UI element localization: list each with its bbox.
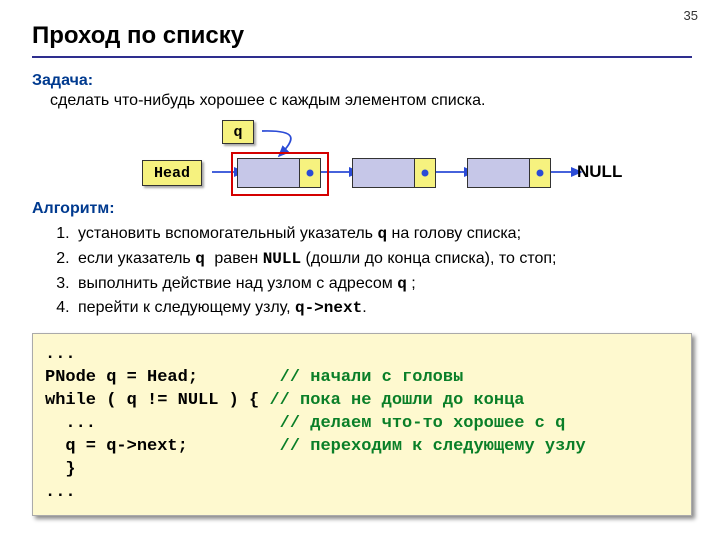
null-label: NULL <box>577 162 622 182</box>
node-1 <box>237 158 321 188</box>
task-text: сделать что-нибудь хорошее с каждым элем… <box>50 92 692 110</box>
pointer-dot <box>306 170 313 177</box>
page-number: 35 <box>684 8 698 23</box>
title-rule <box>32 56 692 58</box>
code-comment: // начали с головы <box>280 368 464 387</box>
algo-step-2: если указатель q равен NULL (дошли до ко… <box>74 247 692 272</box>
node-2 <box>352 158 436 188</box>
algo-step-1: установить вспомогательный указатель q н… <box>74 222 692 247</box>
pointer-dot <box>536 170 543 177</box>
code-line: q = q->next; <box>45 437 280 456</box>
head-box: Head <box>142 160 202 186</box>
algo-step-3: выполнить действие над узлом с адресом q… <box>74 272 692 297</box>
task-label: Задача: <box>32 72 692 90</box>
code-comment: // делаем что-то хорошее с q <box>280 414 566 433</box>
code-box: ... PNode q = Head; // начали с головы w… <box>32 333 692 516</box>
pointer-dot <box>421 170 428 177</box>
code-line: ... <box>45 483 76 502</box>
code-comment: // пока не дошли до конца <box>269 391 524 410</box>
algorithm-list: установить вспомогательный указатель q н… <box>32 222 692 321</box>
code-comment: // переходим к следующему узлу <box>280 437 586 456</box>
code-line: ... <box>45 414 280 433</box>
page-title: Проход по списку <box>32 22 692 50</box>
diagram: q Head NULL <box>112 120 692 194</box>
q-box: q <box>222 120 254 144</box>
code-line: } <box>45 460 76 479</box>
code-line: PNode q = Head; <box>45 368 280 387</box>
code-line: ... <box>45 345 76 364</box>
node-3 <box>467 158 551 188</box>
algo-step-4: перейти к следующему узлу, q->next. <box>74 296 692 321</box>
algorithm-label: Алгоритм: <box>32 200 692 218</box>
code-line: while ( q != NULL ) { <box>45 391 269 410</box>
